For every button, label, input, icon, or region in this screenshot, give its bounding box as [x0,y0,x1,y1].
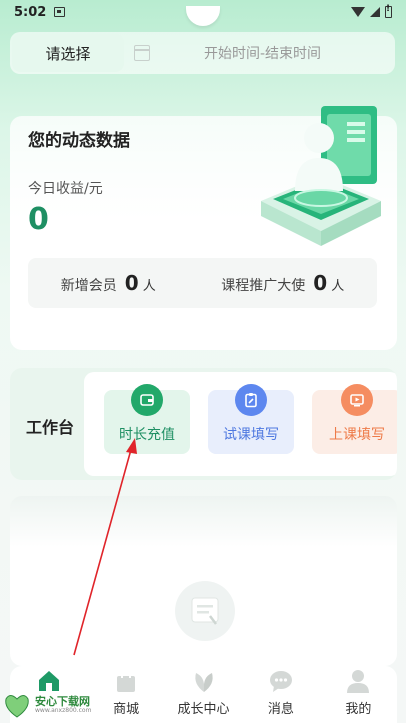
new-members-stat: 新增会员 0 人 [61,271,156,295]
class-record-button[interactable]: 上课填写 [312,384,397,454]
signal-icon [370,7,380,17]
trial-class-label: 试课填写 [223,427,279,443]
watermark-logo-icon [5,695,29,718]
new-members-label: 新增会员 [60,278,117,294]
dynamic-data-card: 您的动态数据 今日收益/元 0 新增会员 0 人 课程推广大使 0 人 [10,106,397,350]
today-earnings-value: 0 [28,202,49,237]
watermark-url: www.anxz800.com [35,707,92,714]
nav-item-mall[interactable]: 商城 [87,666,164,723]
workbench-label: 工作台 [26,418,75,437]
leaf-icon [194,673,213,692]
wifi-icon [351,7,365,17]
sim-card-icon [54,7,66,17]
calendar-icon[interactable] [134,45,150,61]
status-bar: 5:02 [0,0,406,24]
status-icons [351,4,392,18]
dynamic-data-title: 您的动态数据 [28,131,130,151]
ambassadors-value: 0 [313,271,328,295]
time-recharge-label: 时长充值 [119,427,175,443]
empty-content-card [10,496,397,666]
nav-item-mine[interactable]: 我的 [320,666,397,723]
wallet-icon [131,384,163,416]
workbench-section: 工作台 时长充值 试课填写 上课填写 [10,368,397,480]
today-earnings-label: 今日收益/元 [28,181,103,197]
ambassadors-stat: 课程推广大使 0 人 [221,271,344,295]
nav-item-messages[interactable]: 消息 [242,666,319,723]
class-record-label: 上课填写 [329,427,385,443]
workbench-tools-panel: 时长充值 试课填写 上课填写 [84,372,397,476]
shopping-bag-icon [117,670,136,692]
stats-row: 新增会员 0 人 课程推广大使 0 人 [28,258,377,308]
nav-label-mall: 商城 [113,702,140,717]
nav-label-growth-center: 成长中心 [177,702,230,717]
date-range-picker[interactable]: 开始时间-结束时间 [150,43,395,63]
video-icon [341,384,373,416]
empty-state-icon [175,581,235,641]
nav-label-messages: 消息 [267,702,294,717]
nav-item-growth-center[interactable]: 成长中心 [165,666,242,723]
battery-alert-icon [385,4,392,18]
ambassadors-label: 课程推广大使 [221,278,306,294]
watermark: 安心下载网 www.anxz800.com [2,690,91,720]
status-time: 5:02 [14,4,47,20]
new-members-unit: 人 [142,279,156,294]
user-platform-illustration-icon [261,106,381,246]
watermark-text: 安心下载网 [35,695,90,708]
filter-select-dropdown[interactable]: 请选择 [12,34,124,72]
chat-bubble-icon [269,671,292,692]
person-icon [347,670,370,693]
watermark-text-block: 安心下载网 www.anxz800.com [35,696,91,714]
time-recharge-button[interactable]: 时长充值 [104,384,190,454]
clipboard-icon [235,384,267,416]
nav-label-mine: 我的 [345,702,372,717]
new-members-value: 0 [124,271,139,295]
date-filter-bar: 请选择 开始时间-结束时间 [10,32,395,74]
ambassadors-unit: 人 [331,279,345,294]
trial-class-button[interactable]: 试课填写 [208,384,294,454]
